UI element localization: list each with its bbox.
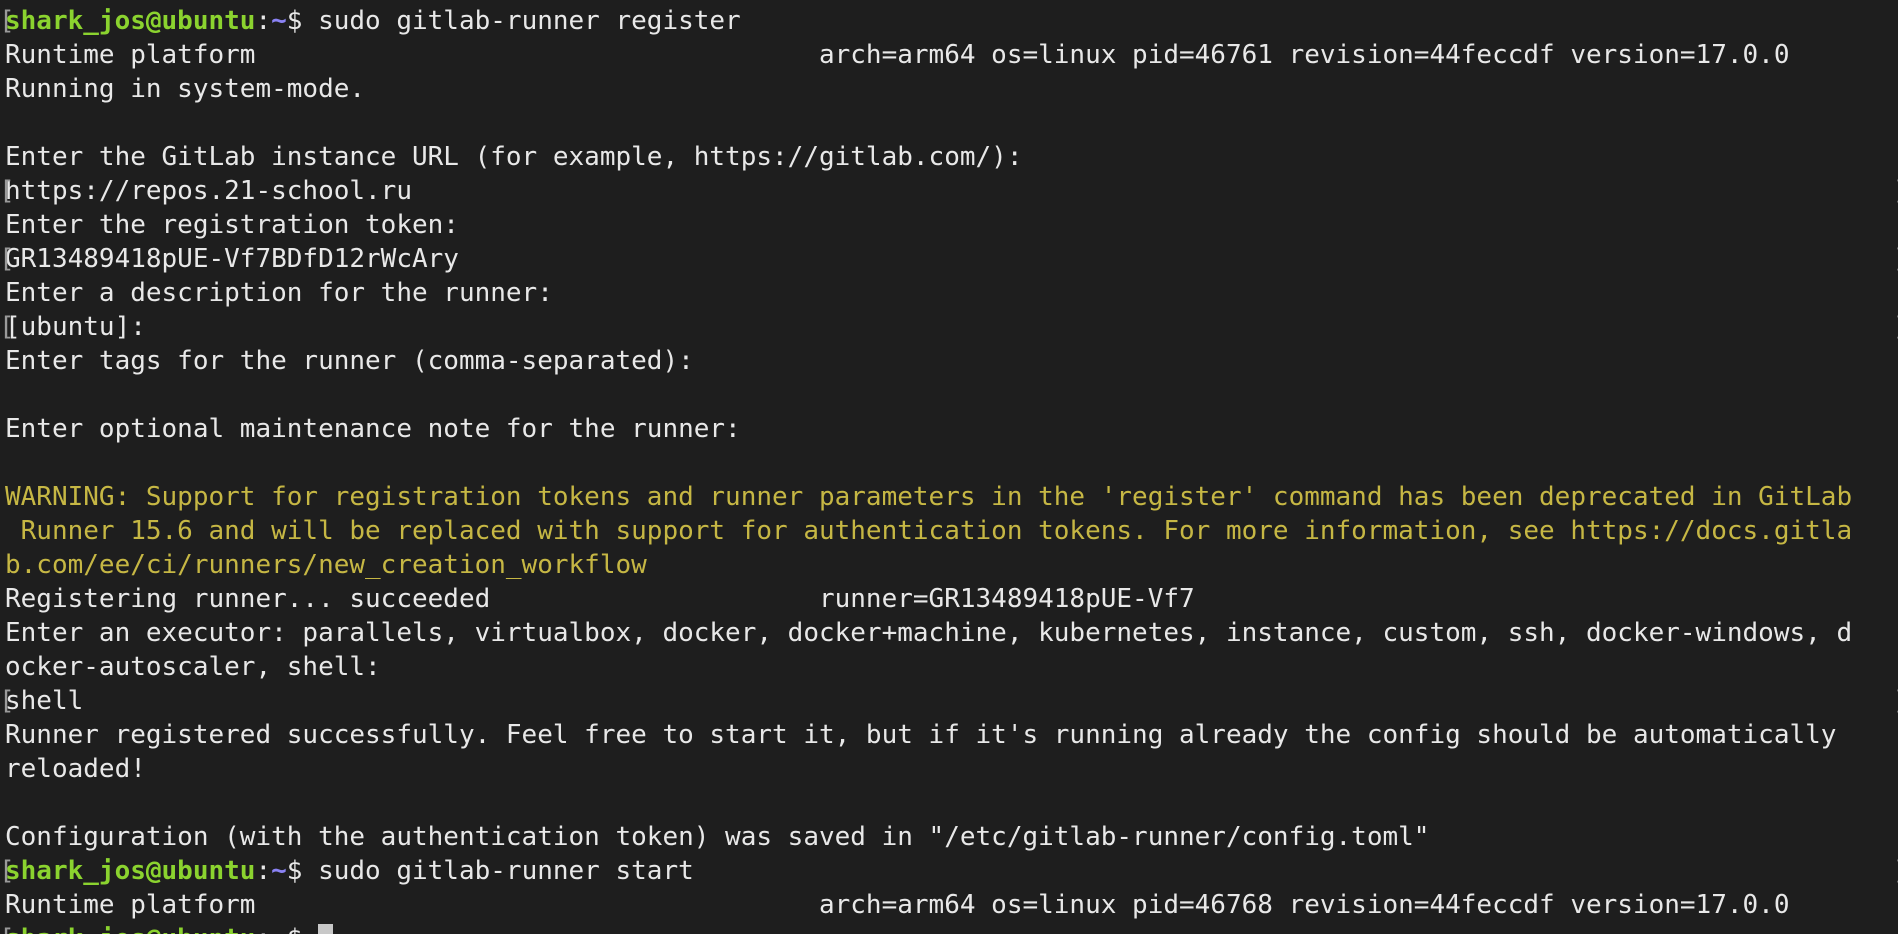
terminal-line: Enter the registration token:	[5, 208, 1898, 242]
line-mark-left: [	[0, 312, 15, 342]
line-mark-left: [	[0, 244, 15, 274]
prompt-user-host: shark_jos@ubuntu	[5, 924, 255, 934]
terminal-line: Enter optional maintenance note for the …	[5, 412, 1898, 446]
line-mark-left: [	[0, 856, 15, 886]
terminal-text: $	[287, 924, 318, 934]
line-mark-right: ]	[1893, 684, 1898, 718]
line-mark-right: ]	[1893, 242, 1898, 276]
terminal-text: Running in system-mode.	[5, 74, 366, 104]
prompt-user-host: shark_jos@ubuntu	[5, 6, 256, 36]
terminal-text: Enter tags for the runner (comma-separat…	[5, 346, 694, 376]
terminal-text: Runner registered successfully. Feel fre…	[5, 720, 1837, 750]
prompt-path: ~	[271, 856, 287, 886]
terminal-text: :	[255, 6, 272, 36]
terminal-line: Enter an executor: parallels, virtualbox…	[5, 616, 1898, 650]
terminal-window[interactable]: [shark_jos@ubuntu:~$ sudo gitlab-runner …	[0, 0, 1898, 934]
terminal-line: Enter tags for the runner (comma-separat…	[5, 344, 1898, 378]
terminal-line: Runner 15.6 and will be replaced with su…	[5, 514, 1898, 548]
text-cursor	[318, 924, 334, 934]
terminal-text: Configuration (with the authentication t…	[5, 822, 1430, 852]
warning-text: WARNING: Support for registration tokens…	[5, 482, 1853, 512]
line-mark-right: ]	[1893, 310, 1898, 344]
terminal-line: Runtime platform arch=arm64 os=linux pid…	[5, 888, 1898, 922]
terminal-line: [https://repos.21-school.ru]	[0, 174, 1898, 208]
prompt-user-host: shark_jos@ubuntu	[5, 856, 256, 886]
line-mark-left: [	[0, 686, 15, 716]
terminal-line: [shark_jos@ubuntu:~$	[0, 922, 1898, 934]
terminal-line: reloaded!	[5, 752, 1898, 786]
terminal-text: $ sudo gitlab-runner start	[286, 856, 694, 886]
terminal-line: [GR13489418pUE-Vf7BDfD12rWcAry]	[0, 242, 1898, 276]
prompt-path: ~	[271, 6, 287, 36]
terminal-line: [shark_jos@ubuntu:~$ sudo gitlab-runner …	[0, 4, 1898, 38]
terminal-line: [[ubuntu]:]	[0, 310, 1898, 344]
terminal-text: $ sudo gitlab-runner register	[286, 6, 741, 36]
terminal-text: https://repos.21-school.ru	[5, 176, 412, 206]
terminal-line: Enter a description for the runner:	[5, 276, 1898, 310]
terminal-text: Runtime platform arch=arm64 os=linux pid…	[5, 890, 1790, 920]
terminal-line: b.com/ee/ci/runners/new_creation_workflo…	[5, 548, 1898, 582]
warning-text: b.com/ee/ci/runners/new_creation_workflo…	[5, 550, 647, 580]
line-mark-right: ]	[1893, 174, 1898, 208]
terminal-text: :	[255, 856, 272, 886]
terminal-line: [shark_jos@ubuntu:~$ sudo gitlab-runner …	[0, 854, 1898, 888]
terminal-text: Runtime platform arch=arm64 os=linux pid…	[5, 40, 1790, 70]
line-mark-left: [	[0, 176, 15, 206]
line-mark-left: [	[0, 922, 15, 934]
terminal-text: ocker-autoscaler, shell:	[5, 652, 381, 682]
terminal-line: Runtime platform arch=arm64 os=linux pid…	[5, 38, 1898, 72]
line-mark-right: ]	[1893, 854, 1898, 888]
terminal-line: Enter the GitLab instance URL (for examp…	[5, 140, 1898, 174]
prompt-path: ~	[271, 924, 287, 934]
terminal-line: WARNING: Support for registration tokens…	[5, 480, 1898, 514]
terminal-text: :	[255, 924, 271, 934]
terminal-text: GR13489418pUE-Vf7BDfD12rWcAry	[5, 244, 459, 274]
terminal-line: [shell]	[0, 684, 1898, 718]
terminal-line: Configuration (with the authentication t…	[5, 820, 1898, 854]
terminal-text: Enter optional maintenance note for the …	[5, 414, 741, 444]
terminal-text: shell	[5, 686, 84, 716]
terminal-text: [ubuntu]:	[5, 312, 146, 342]
terminal-text: Enter an executor: parallels, virtualbox…	[5, 618, 1853, 648]
terminal-line: Running in system-mode.	[5, 72, 1898, 106]
warning-text: Runner 15.6 and will be replaced with su…	[5, 516, 1853, 546]
terminal-line: Runner registered successfully. Feel fre…	[5, 718, 1898, 752]
terminal-text: Enter the registration token:	[5, 210, 459, 240]
terminal-text: Registering runner... succeeded runner=G…	[5, 584, 1195, 614]
terminal-text: reloaded!	[5, 754, 146, 784]
terminal-line: Registering runner... succeeded runner=G…	[5, 582, 1898, 616]
terminal-text: Enter the GitLab instance URL (for examp…	[5, 142, 1023, 172]
line-mark-left: [	[0, 6, 15, 36]
terminal-line: ocker-autoscaler, shell:	[5, 650, 1898, 684]
terminal-text: Enter a description for the runner:	[5, 278, 553, 308]
